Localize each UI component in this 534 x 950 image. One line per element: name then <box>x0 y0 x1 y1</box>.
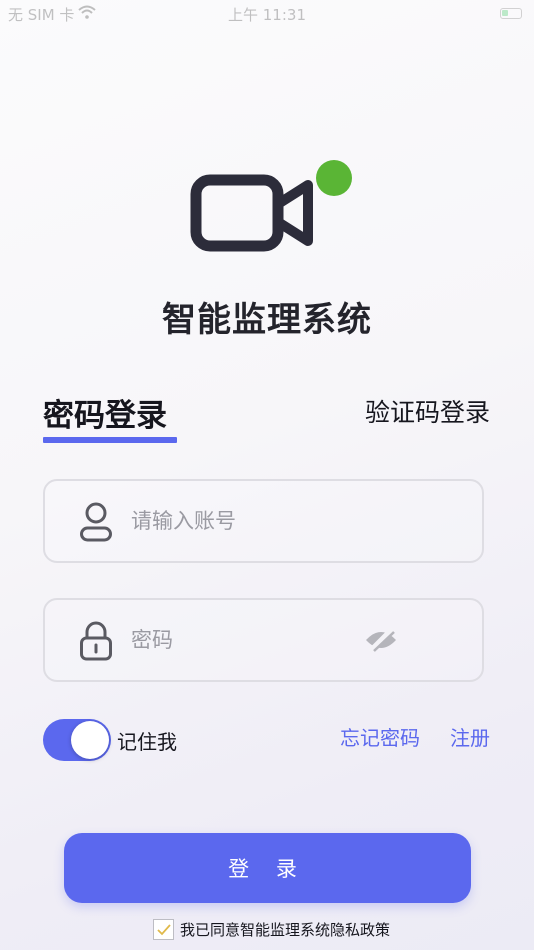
remember-me-label: 记住我 <box>117 730 177 754</box>
forgot-password-link[interactable]: 忘记密码 <box>340 722 420 751</box>
online-status-dot <box>316 160 352 196</box>
app-title: 智能监理系统 <box>162 300 372 340</box>
account-field[interactable] <box>43 479 484 563</box>
app-logo <box>190 158 355 253</box>
agreement-text: 我已同意智能监理系统隐私政策 <box>180 921 391 939</box>
account-input[interactable] <box>131 481 421 561</box>
checkmark-icon <box>157 924 171 936</box>
battery-icon <box>500 8 522 19</box>
agreement-checkbox[interactable] <box>153 919 174 940</box>
remember-me-toggle[interactable] <box>43 719 111 761</box>
active-tab-indicator <box>43 437 177 443</box>
tab-code-login[interactable]: 验证码登录 <box>365 393 490 429</box>
password-field[interactable] <box>43 598 484 682</box>
user-icon <box>80 502 112 542</box>
register-link[interactable]: 注册 <box>450 722 490 751</box>
toggle-knob <box>71 721 109 759</box>
status-bar: 无 SIM 卡 上午 11:31 <box>0 0 534 28</box>
lock-icon <box>80 621 112 661</box>
eye-off-icon[interactable] <box>364 628 398 652</box>
status-time: 上午 11:31 <box>228 6 306 24</box>
tab-password-login[interactable]: 密码登录 <box>43 390 167 435</box>
video-camera-icon <box>190 174 313 252</box>
login-button[interactable]: 登 录 <box>64 833 471 903</box>
